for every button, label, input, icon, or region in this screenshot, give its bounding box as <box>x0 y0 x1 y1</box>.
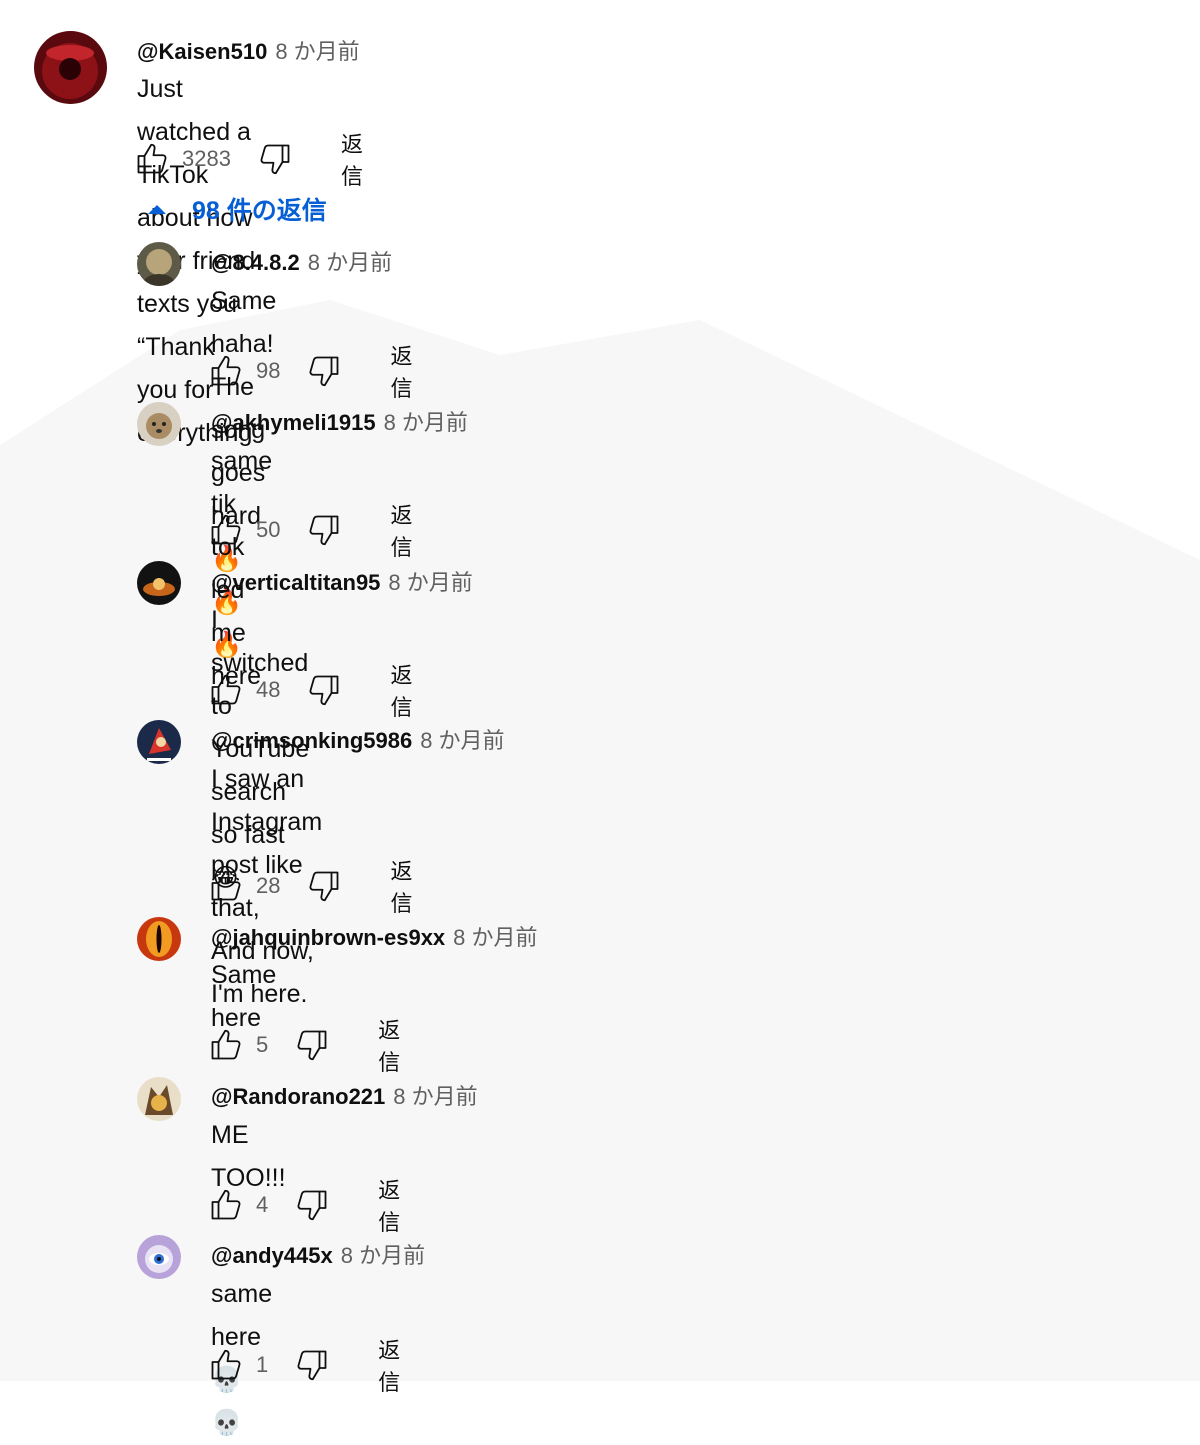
reply-button[interactable]: 返信 <box>390 339 412 403</box>
dislike-button[interactable] <box>306 672 342 708</box>
author-name[interactable]: @crimsonking5986 <box>211 728 412 753</box>
reply-button[interactable]: 返信 <box>390 658 412 722</box>
thumbs-down-icon <box>297 1190 327 1221</box>
dislike-button[interactable] <box>306 512 342 548</box>
dislike-button[interactable] <box>306 868 342 904</box>
reply-button[interactable]: 返信 <box>341 127 363 191</box>
like-button[interactable] <box>134 141 170 177</box>
timestamp[interactable]: 8 か月前 <box>453 925 537 950</box>
thumbs-up-icon <box>211 514 241 545</box>
like-button[interactable] <box>208 868 244 904</box>
timestamp[interactable]: 8 か月前 <box>341 1243 425 1268</box>
comment-header: @Kaisen510 8 か月前 <box>137 34 360 66</box>
avatar[interactable] <box>137 1235 181 1279</box>
comment-actions: 48 返信 <box>208 658 413 722</box>
comment-header: @akhymeli1915 8 か月前 <box>211 405 468 437</box>
like-button[interactable] <box>208 353 244 389</box>
like-count: 50 <box>256 517 281 542</box>
reply-button[interactable]: 返信 <box>390 854 412 918</box>
reply-button[interactable]: 返信 <box>390 498 412 562</box>
like-count: 5 <box>256 1032 269 1057</box>
like-count: 28 <box>256 873 281 898</box>
thumbs-up-icon <box>211 1029 241 1060</box>
comment-actions: 28 返信 <box>208 854 413 918</box>
like-button[interactable] <box>208 1027 244 1063</box>
avatar[interactable] <box>137 242 181 286</box>
like-count: 4 <box>256 1192 269 1217</box>
dislike-button[interactable] <box>294 1187 330 1223</box>
author-name[interactable]: @akhymeli1915 <box>211 410 376 435</box>
like-button[interactable] <box>208 1187 244 1223</box>
thumbs-down-icon <box>297 1350 327 1381</box>
like-count: 98 <box>256 358 281 383</box>
thumbs-up-icon <box>211 870 241 901</box>
like-button[interactable] <box>208 1347 244 1383</box>
thumbs-up-icon <box>211 1189 241 1220</box>
avatar[interactable] <box>34 31 107 104</box>
like-count: 48 <box>256 677 281 702</box>
author-name[interactable]: @Randorano221 <box>211 1084 385 1109</box>
replies-toggle-button[interactable]: 98 件の返信 <box>148 191 327 227</box>
replies-toggle-label: 98 件の返信 <box>192 197 327 225</box>
thumbs-down-icon <box>309 356 339 387</box>
caret-up-icon <box>148 204 166 214</box>
thumbs-up-icon <box>211 674 241 705</box>
dislike-button[interactable] <box>257 141 293 177</box>
timestamp[interactable]: 8 か月前 <box>420 728 504 753</box>
comment-actions: 1 返信 <box>208 1333 400 1397</box>
dislike-button[interactable] <box>294 1347 330 1383</box>
timestamp[interactable]: 8 か月前 <box>384 410 468 435</box>
like-count: 1 <box>256 1352 269 1377</box>
comment-header: @crimsonking5986 8 か月前 <box>211 723 505 755</box>
timestamp[interactable]: 8 か月前 <box>275 39 359 64</box>
avatar[interactable] <box>137 917 181 961</box>
author-name[interactable]: @Kaisen510 <box>137 39 267 64</box>
comment-header: @andy445x 8 か月前 <box>211 1238 425 1270</box>
comment-actions: 3283 返信 <box>134 127 363 191</box>
avatar[interactable] <box>137 402 181 446</box>
reply-button[interactable]: 返信 <box>378 1173 400 1237</box>
like-button[interactable] <box>208 672 244 708</box>
comment-actions: 5 返信 <box>208 1013 400 1077</box>
avatar[interactable] <box>137 561 181 605</box>
thumbs-down-icon <box>297 1030 327 1061</box>
reply-button[interactable]: 返信 <box>378 1333 400 1397</box>
thumbs-up-icon <box>211 355 241 386</box>
thumbs-down-icon <box>260 144 290 175</box>
author-name[interactable]: @jahquinbrown-es9xx <box>211 925 445 950</box>
timestamp[interactable]: 8 か月前 <box>388 570 472 595</box>
like-count: 3283 <box>182 146 231 171</box>
like-button[interactable] <box>208 512 244 548</box>
thumbs-down-icon <box>309 871 339 902</box>
author-name[interactable]: @verticaltitan95 <box>211 570 380 595</box>
avatar[interactable] <box>137 720 181 764</box>
thumbs-down-icon <box>309 675 339 706</box>
comment-header: @8.4.8.2 8 か月前 <box>211 245 392 277</box>
comment-header: @jahquinbrown-es9xx 8 か月前 <box>211 920 538 952</box>
thumbs-up-icon <box>211 1349 241 1380</box>
avatar[interactable] <box>137 1077 181 1121</box>
comment-actions: 50 返信 <box>208 498 413 562</box>
dislike-button[interactable] <box>306 353 342 389</box>
comment-header: @verticaltitan95 8 か月前 <box>211 565 473 597</box>
timestamp[interactable]: 8 か月前 <box>308 250 392 275</box>
thumbs-down-icon <box>309 515 339 546</box>
comment-actions: 4 返信 <box>208 1173 400 1237</box>
comment-actions: 98 返信 <box>208 339 413 403</box>
author-name[interactable]: @8.4.8.2 <box>211 250 300 275</box>
timestamp[interactable]: 8 か月前 <box>393 1084 477 1109</box>
thumbs-up-icon <box>137 143 167 174</box>
dislike-button[interactable] <box>294 1027 330 1063</box>
author-name[interactable]: @andy445x <box>211 1243 333 1268</box>
comment-header: @Randorano221 8 か月前 <box>211 1079 478 1111</box>
reply-button[interactable]: 返信 <box>378 1013 400 1077</box>
